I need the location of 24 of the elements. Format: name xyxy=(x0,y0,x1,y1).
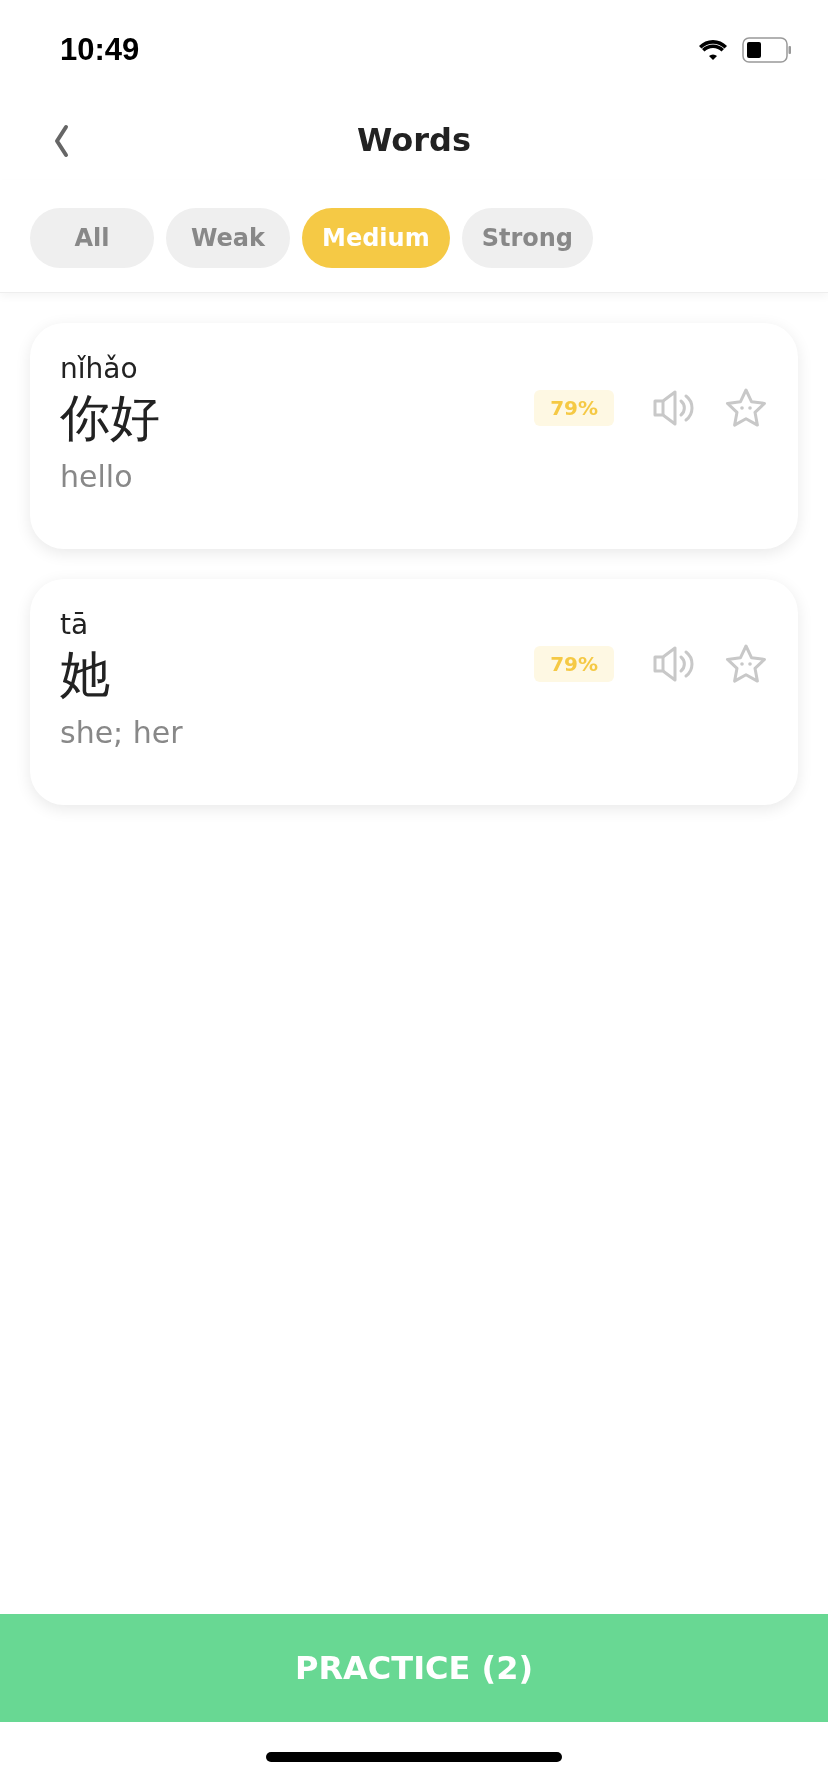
score-badge: 79% xyxy=(534,390,614,426)
filter-tab[interactable]: Strong xyxy=(461,208,594,268)
screen-title: Words xyxy=(357,121,471,159)
speaker-icon[interactable] xyxy=(652,389,696,427)
back-icon[interactable] xyxy=(52,124,70,158)
star-icon[interactable] xyxy=(724,643,768,685)
word-card[interactable]: tā 她 she; her 79% xyxy=(30,579,798,805)
practice-button[interactable]: PRACTICE (2) xyxy=(0,1614,828,1722)
status-time: 10:49 xyxy=(60,32,140,68)
star-icon[interactable] xyxy=(724,387,768,429)
wifi-icon xyxy=(698,39,728,61)
meaning-text: hello xyxy=(60,458,134,496)
filter-tab[interactable]: Weak xyxy=(166,208,290,268)
pinyin-text: nǐhǎo xyxy=(60,351,139,387)
pinyin-text: tā xyxy=(60,607,90,643)
filter-tab[interactable]: Medium xyxy=(302,208,450,268)
meaning-text: she; her xyxy=(60,714,183,752)
speaker-icon[interactable] xyxy=(652,645,696,683)
score-badge: 79% xyxy=(534,646,614,682)
chinese-word: 她 xyxy=(60,644,111,705)
chinese-word: 你好 xyxy=(60,388,160,449)
word-card[interactable]: nǐhǎo 你好 hello 79% xyxy=(30,323,798,549)
battery-icon xyxy=(742,37,792,63)
filter-tab[interactable]: All xyxy=(30,208,154,268)
